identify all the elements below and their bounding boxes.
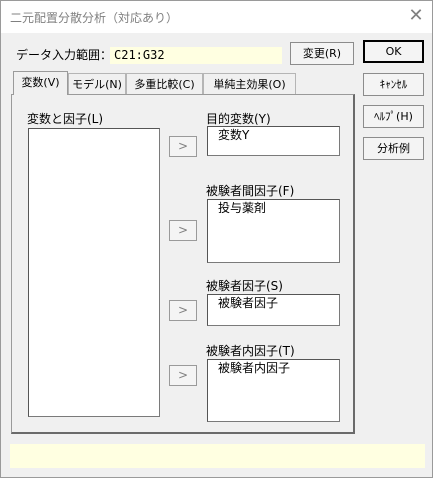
- range-label: データ入力範囲：: [16, 48, 113, 62]
- within-factor-label: 被験者内因子(T): [206, 344, 295, 358]
- list-item: 被験者因子: [218, 296, 279, 310]
- cancel-button[interactable]: ｷｬﾝｾﾙ: [363, 73, 424, 96]
- between-factor-box[interactable]: 投与薬剤: [207, 199, 340, 263]
- tab-variables[interactable]: 変数(V): [13, 71, 68, 95]
- tab-panel-variables: 変数と因子(L) 目的変数(Y) > 変数Y 被験者間因子(F) > 投与薬剤 …: [11, 94, 355, 434]
- list-item: 被験者内因子: [218, 361, 291, 375]
- between-factor-label: 被験者間因子(F): [206, 184, 295, 198]
- target-variable-box[interactable]: 変数Y: [207, 126, 340, 156]
- subject-factor-box[interactable]: 被験者因子: [207, 294, 340, 326]
- tab-model[interactable]: モデル(N): [68, 73, 126, 94]
- help-button[interactable]: ﾍﾙﾌﾟ(H): [363, 105, 424, 128]
- add-subject-factor-button[interactable]: >: [169, 300, 197, 321]
- tab-multiple-comparison[interactable]: 多重比較(C): [126, 73, 203, 94]
- variables-label: 変数と因子(L): [27, 112, 104, 126]
- dialog-window: 二元配置分散分析（対応あり） ✕ データ入力範囲： C21:G32 変更(R) …: [0, 0, 433, 478]
- status-bar: [10, 444, 425, 468]
- add-within-factor-button[interactable]: >: [169, 365, 197, 386]
- example-button[interactable]: 分析例: [363, 137, 424, 160]
- subject-factor-label: 被験者因子(S): [206, 279, 283, 293]
- add-between-factor-button[interactable]: >: [169, 220, 197, 241]
- within-factor-box[interactable]: 被験者内因子: [207, 359, 340, 422]
- range-field[interactable]: C21:G32: [110, 47, 282, 64]
- list-item: 投与薬剤: [218, 201, 267, 215]
- tab-simple-main-effect[interactable]: 単純主効果(O): [203, 73, 296, 94]
- change-range-button[interactable]: 変更(R): [290, 42, 354, 65]
- title-bar[interactable]: 二元配置分散分析（対応あり） ✕: [1, 1, 432, 33]
- close-icon[interactable]: ✕: [403, 5, 429, 27]
- window-title: 二元配置分散分析（対応あり）: [10, 11, 179, 25]
- list-item: 変数Y: [218, 128, 250, 142]
- variables-listbox[interactable]: [28, 128, 160, 417]
- add-target-button[interactable]: >: [169, 136, 197, 157]
- ok-button[interactable]: OK: [363, 40, 424, 63]
- target-variable-label: 目的変数(Y): [206, 112, 271, 126]
